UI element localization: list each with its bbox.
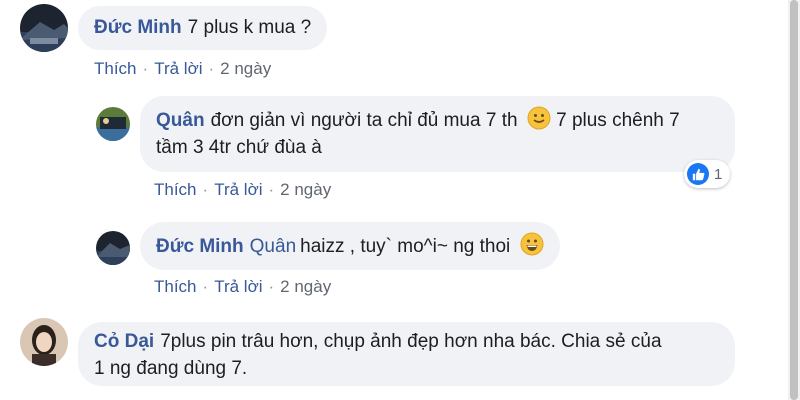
comment-actions: Thích · Trả lời · 2 ngày — [94, 59, 271, 79]
comment-line: Quân đơn giản vì người ta chỉ đủ mua 7 th… — [156, 106, 719, 134]
avatar[interactable] — [20, 318, 68, 366]
comment-time[interactable]: 2 ngày — [280, 180, 331, 199]
comment-bubble: Quân đơn giản vì người ta chỉ đủ mua 7 th… — [140, 96, 735, 172]
comment-author[interactable]: Đức Minh — [94, 17, 182, 38]
separator: · — [142, 59, 149, 78]
comment-bubble: Đức Minh Quân haizz , tuy` mo^i~ ng thoi — [140, 222, 560, 270]
separator: · — [268, 277, 275, 296]
separator: · — [202, 277, 209, 296]
like-link[interactable]: Thích — [154, 277, 197, 296]
scrollbar-thumb[interactable] — [790, 0, 798, 400]
avatar[interactable] — [96, 231, 130, 265]
comment-text: 7plus pin trâu hơn, chụp ảnh đẹp hơn nha… — [160, 331, 662, 352]
reply-link[interactable]: Trả lời — [214, 180, 262, 199]
like-link[interactable]: Thích — [94, 59, 137, 78]
comment-text: 1 ng đang dùng 7. — [94, 358, 248, 379]
comment-text: 7 plus k mua ? — [187, 17, 312, 38]
separator: · — [268, 180, 275, 199]
comment-line: Cỏ Dại 7plus pin trâu hơn, chụp ảnh đẹp h… — [94, 328, 719, 355]
separator: · — [208, 59, 215, 78]
comment-time[interactable]: 2 ngày — [280, 277, 331, 296]
comment-text: tầm 3 4tr chứ đùa à — [156, 137, 322, 158]
avatar[interactable] — [96, 107, 130, 141]
mention-link[interactable]: Quân — [250, 236, 296, 257]
comment-author[interactable]: Cỏ Dại — [94, 331, 154, 352]
comment-bubble: Đức Minh 7 plus k mua ? — [78, 6, 328, 50]
reply-link[interactable]: Trả lời — [214, 277, 262, 296]
scrollbar[interactable] — [788, 0, 800, 400]
comment-actions: Thích · Trả lời · 2 ngày — [154, 180, 331, 200]
separator: · — [202, 180, 209, 199]
reaction-badge[interactable]: 1 — [684, 160, 731, 188]
comment-text: 7 plus chênh 7 — [556, 110, 680, 131]
comment-author[interactable]: Đức Minh — [156, 236, 244, 257]
comment-author[interactable]: Quân — [156, 110, 205, 131]
like-link[interactable]: Thích — [154, 180, 197, 199]
comment-text: haizz , tuy` mo^i~ ng thoi — [300, 236, 511, 257]
avatar[interactable] — [20, 4, 68, 52]
comment-bubble: Cỏ Dại 7plus pin trâu hơn, chụp ảnh đẹp h… — [78, 322, 735, 386]
comment-actions: Thích · Trả lời · 2 ngày — [154, 277, 331, 297]
reply-link[interactable]: Trả lời — [154, 59, 202, 78]
comment-time[interactable]: 2 ngày — [220, 59, 271, 78]
like-icon — [687, 163, 709, 185]
comment-text: đơn giản vì người ta chỉ đủ mua 7 th — [210, 110, 518, 131]
smiling-face-emoji — [527, 106, 551, 130]
grinning-face-emoji — [520, 232, 544, 256]
reaction-count: 1 — [714, 165, 723, 183]
